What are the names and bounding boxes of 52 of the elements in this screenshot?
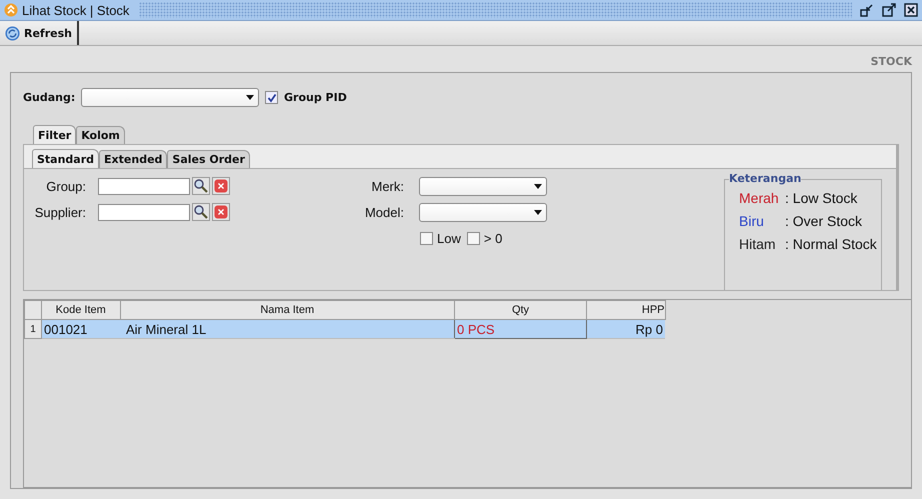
search-icon[interactable]: [192, 177, 210, 195]
tab[interactable]: Standard: [32, 149, 100, 168]
input-field[interactable]: [98, 178, 190, 194]
gudang-label: Gudang:: [23, 91, 75, 104]
legend-color-name: Merah: [739, 190, 780, 206]
tab[interactable]: Kolom: [76, 126, 125, 144]
row-number: 1: [24, 320, 42, 338]
field-label: Model:: [364, 204, 404, 220]
checkbox[interactable]: [420, 232, 433, 244]
maximize-icon[interactable]: [882, 3, 896, 17]
close-icon[interactable]: [904, 3, 918, 17]
field-label: Merk:: [370, 178, 404, 194]
clear-icon[interactable]: [212, 177, 230, 195]
checkbox-label: Low: [437, 230, 461, 246]
checkbox[interactable]: [466, 232, 480, 244]
window-title: Lihat Stock | Stock: [22, 2, 130, 18]
table-cell: 0 PCS: [454, 320, 586, 338]
field-label: Supplier:: [34, 204, 86, 220]
search-icon[interactable]: [192, 203, 210, 221]
column-header[interactable]: Qty: [454, 300, 586, 320]
restore-icon[interactable]: [860, 3, 874, 17]
tab[interactable]: Filter: [33, 125, 76, 144]
column-header[interactable]: HPP: [586, 300, 665, 320]
caret-icon: [246, 95, 254, 100]
legend-description: : Over Stock: [785, 213, 862, 229]
legend-color-name: Biru: [739, 213, 765, 229]
app-icon: [4, 3, 18, 17]
legend-description: : Normal Stock: [785, 236, 877, 252]
column-header[interactable]: Nama Item: [120, 300, 454, 320]
table-cell: 001021: [42, 320, 120, 338]
refresh-button[interactable]: Refresh: [0, 21, 79, 45]
refresh-icon: [5, 26, 20, 40]
field-label: Group:: [45, 178, 86, 194]
caret-icon: [534, 184, 542, 188]
tab[interactable]: Extended: [99, 150, 168, 168]
dropdown[interactable]: [419, 202, 547, 222]
caret-icon: [534, 210, 542, 214]
group-pid-label: Group PID: [284, 91, 347, 104]
table-cell: Rp 0: [586, 320, 665, 338]
clear-icon[interactable]: [212, 203, 230, 221]
legend-color-name: Hitam: [739, 236, 777, 252]
checkbox-label: > 0: [484, 230, 502, 246]
group-pid-checkbox[interactable]: [265, 91, 278, 104]
table-cell: Air Mineral 1L: [120, 320, 454, 338]
legend-description: : Low Stock: [785, 190, 858, 206]
input-field[interactable]: [98, 204, 190, 220]
dropdown[interactable]: [419, 176, 547, 196]
column-header[interactable]: Kode Item: [42, 300, 120, 320]
gudang-dropdown[interactable]: [81, 88, 259, 107]
legend-title: Keterangan: [729, 172, 802, 185]
tab[interactable]: Sales Order: [167, 150, 250, 168]
page-heading: STOCK: [870, 55, 912, 68]
